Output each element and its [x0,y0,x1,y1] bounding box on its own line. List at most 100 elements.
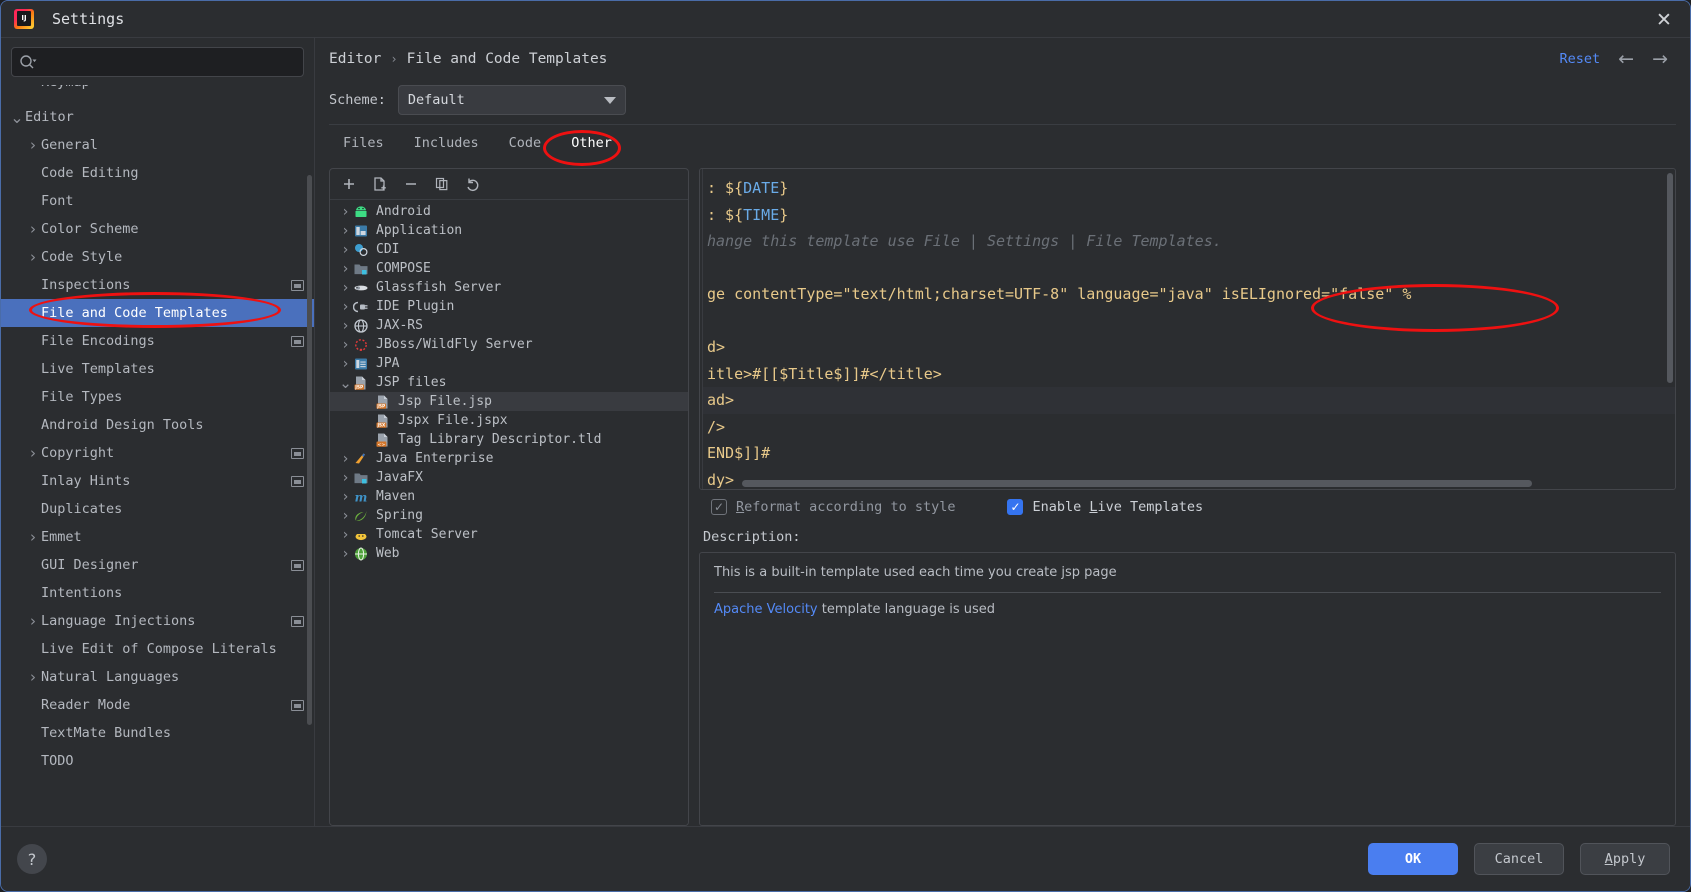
chevron-right-icon[interactable]: › [338,299,353,315]
ok-button[interactable]: OK [1368,843,1458,875]
apply-button[interactable]: Apply [1580,843,1670,875]
template-tree-row[interactable]: JSX Jspx File.jspx [330,411,688,430]
editor-horizontal-scrollbar[interactable] [742,480,1532,487]
live-templates-checkbox-box[interactable]: ✓ [1007,499,1024,515]
sidebar-item-reader-mode[interactable]: Reader Mode [1,691,314,719]
chevron-right-icon[interactable]: › [25,612,41,630]
sidebar-item-natural-languages[interactable]: › Natural Languages [1,663,314,691]
live-templates-checkbox[interactable]: ✓ Enable Live Templates [1007,499,1203,515]
template-tree-row[interactable]: › JavaFX [330,468,688,487]
template-tree-row[interactable]: › JAX-RS [330,316,688,335]
tab-files[interactable]: Files [329,131,398,155]
sidebar-item-code-editing[interactable]: Code Editing [1,159,314,187]
template-tree-row[interactable]: › Application [330,221,688,240]
duplicate-icon[interactable] [429,172,455,196]
sidebar-item-file-types[interactable]: File Types [1,383,314,411]
reset-link[interactable]: Reset [1560,51,1601,67]
template-tree-row[interactable]: › IDE Plugin [330,297,688,316]
arrow-right-icon[interactable]: → [1652,49,1668,69]
template-tree-row[interactable]: JSP Jsp File.jsp [330,392,688,411]
sidebar-item-color-scheme[interactable]: › Color Scheme [1,215,314,243]
chevron-right-icon[interactable]: › [338,261,353,277]
chevron-right-icon[interactable]: › [25,220,41,238]
settings-nav-tree[interactable]: Keymap⌄Editor›GeneralCode EditingFont›Co… [1,85,314,826]
copy-template-icon[interactable] [367,172,393,196]
sidebar-item-file-and-code-templates[interactable]: File and Code Templates [1,299,314,327]
sidebar-item-todo[interactable]: TODO [1,747,314,775]
sidebar-item-code-style[interactable]: › Code Style [1,243,314,271]
chevron-right-icon[interactable]: › [338,527,353,543]
template-tree-row[interactable]: ⌄ JSP JSP files [330,373,688,392]
chevron-right-icon[interactable]: › [338,204,353,220]
reformat-checkbox-box[interactable]: ✓ [711,499,727,515]
editor-vertical-scrollbar[interactable] [1667,173,1673,383]
template-tree-row[interactable]: › Web [330,544,688,563]
remove-icon[interactable] [398,172,424,196]
template-tree[interactable]: › Android › Application › CDI › COMPOSE › Glassfi… [330,200,688,825]
chevron-right-icon[interactable]: › [338,546,353,562]
template-code-editor[interactable]: : ${DATE}: ${TIME} hange this template us… [699,168,1676,490]
chevron-down-icon[interactable]: ⌄ [338,374,353,392]
chevron-right-icon[interactable]: › [338,318,353,334]
close-icon[interactable]: ✕ [1652,8,1676,32]
chevron-right-icon[interactable]: › [338,451,353,467]
scheme-dropdown[interactable]: Default [397,85,626,115]
sidebar-item-intentions[interactable]: Intentions [1,579,314,607]
sidebar-item-inspections[interactable]: Inspections [1,271,314,299]
cancel-button[interactable]: Cancel [1474,843,1564,875]
sidebar-item-language-injections[interactable]: › Language Injections [1,607,314,635]
arrow-left-icon[interactable]: ← [1618,49,1634,69]
add-icon[interactable] [336,172,362,196]
chevron-right-icon[interactable]: › [25,136,41,154]
sidebar-item-android-design-tools[interactable]: Android Design Tools [1,411,314,439]
template-tree-row[interactable]: › CDI [330,240,688,259]
chevron-right-icon[interactable]: › [25,668,41,686]
sidebar-item-textmate-bundles[interactable]: TextMate Bundles [1,719,314,747]
template-tree-row[interactable]: › JBoss/WildFly Server [330,335,688,354]
chevron-right-icon[interactable]: › [338,337,353,353]
breadcrumb-parent[interactable]: Editor [329,51,381,67]
sidebar-scrollbar[interactable] [307,175,312,725]
tab-includes[interactable]: Includes [400,131,493,155]
sidebar-item-general[interactable]: › General [1,131,314,159]
chevron-right-icon[interactable]: › [338,470,353,486]
template-tree-row[interactable]: › Spring [330,506,688,525]
reformat-checkbox[interactable]: ✓ Reformat according to style [711,499,955,515]
editor-code-area[interactable]: : ${DATE}: ${TIME} hange this template us… [703,169,1675,489]
template-tree-row[interactable]: › Java Enterprise [330,449,688,468]
template-tree-row[interactable]: <> Tag Library Descriptor.tld [330,430,688,449]
help-icon[interactable]: ? [17,844,47,874]
sidebar-item-live-templates[interactable]: Live Templates [1,355,314,383]
template-tree-row[interactable]: › JPA [330,354,688,373]
sidebar-item-keymap[interactable]: Keymap [1,85,314,103]
search-input[interactable] [11,47,304,77]
chevron-right-icon[interactable]: › [338,280,353,296]
chevron-right-icon[interactable]: › [338,223,353,239]
chevron-right-icon[interactable]: › [338,508,353,524]
sidebar-item-emmet[interactable]: › Emmet [1,523,314,551]
sidebar-item-font[interactable]: Font [1,187,314,215]
chevron-right-icon[interactable]: › [338,489,353,505]
sidebar-item-gui-designer[interactable]: GUI Designer [1,551,314,579]
sidebar-item-live-edit-of-compose-literals[interactable]: Live Edit of Compose Literals [1,635,314,663]
template-tree-row[interactable]: › Glassfish Server [330,278,688,297]
tab-code[interactable]: Code [495,131,556,155]
template-tree-row[interactable]: › Tomcat Server [330,525,688,544]
chevron-right-icon[interactable]: › [338,356,353,372]
sidebar-item-duplicates[interactable]: Duplicates [1,495,314,523]
reset-undo-icon[interactable] [460,172,486,196]
chevron-right-icon[interactable]: › [338,242,353,258]
tab-other[interactable]: Other [557,131,626,155]
chevron-down-icon[interactable]: ⌄ [9,108,25,127]
apache-velocity-link[interactable]: Apache Velocity [714,602,818,617]
sidebar-item-inlay-hints[interactable]: Inlay Hints [1,467,314,495]
chevron-right-icon[interactable]: › [25,248,41,266]
chevron-right-icon[interactable]: › [25,528,41,546]
sidebar-item-editor[interactable]: ⌄ Editor [1,103,314,131]
chevron-right-icon[interactable]: › [25,444,41,462]
template-tree-row[interactable]: › COMPOSE [330,259,688,278]
template-tree-row[interactable]: › Android [330,202,688,221]
template-tree-row[interactable]: › m Maven [330,487,688,506]
sidebar-item-file-encodings[interactable]: File Encodings [1,327,314,355]
sidebar-item-copyright[interactable]: › Copyright [1,439,314,467]
